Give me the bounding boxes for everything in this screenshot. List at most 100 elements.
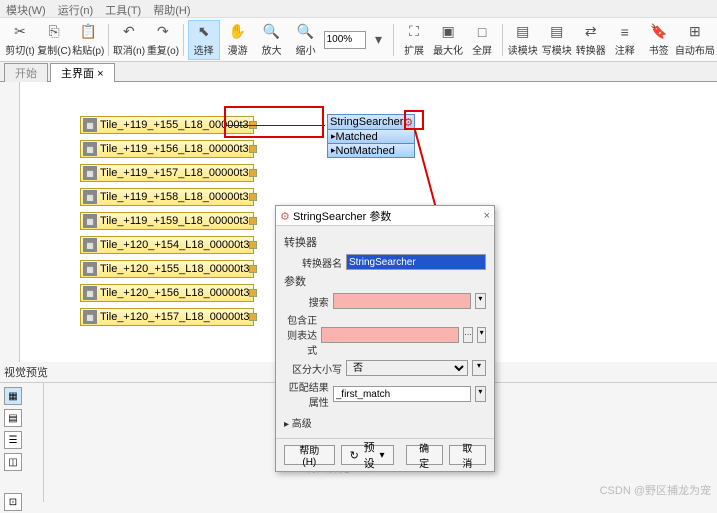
- advanced-expander[interactable]: ▸ 高级: [284, 415, 486, 430]
- close-icon[interactable]: ×: [484, 210, 490, 222]
- separator: [502, 24, 503, 56]
- annotation-box: [404, 110, 424, 130]
- search-dropdown[interactable]: ▾: [475, 293, 486, 309]
- read-module-button[interactable]: ▤读模块: [507, 20, 539, 60]
- node-label: Tile_+120_+154_L18_00000t3: [100, 239, 249, 251]
- regex-input[interactable]: [321, 327, 459, 343]
- matched-port[interactable]: ▸ Matched: [327, 130, 415, 144]
- grid-icon: ▦: [83, 310, 97, 324]
- reader-node[interactable]: ▦Tile_+119_+156_L18_00000t3: [80, 140, 254, 158]
- output-port[interactable]: [249, 241, 257, 249]
- left-panel: [0, 82, 20, 362]
- output-port[interactable]: [249, 193, 257, 201]
- select-button[interactable]: ⬉选择: [188, 20, 220, 60]
- case-select[interactable]: 否: [346, 360, 468, 376]
- regex-more[interactable]: …: [463, 327, 473, 343]
- maximize-icon: ▣: [439, 23, 457, 41]
- reader-node[interactable]: ▦Tile_+120_+154_L18_00000t3: [80, 236, 254, 254]
- node-label: Tile_+120_+157_L18_00000t3: [100, 311, 249, 323]
- name-label: 转换器名: [284, 255, 342, 270]
- output-port[interactable]: [249, 313, 257, 321]
- case-dropdown[interactable]: ▾: [472, 360, 486, 376]
- view-mode-button[interactable]: ▦: [4, 387, 22, 405]
- dialog-titlebar[interactable]: ⚙ StringSearcher 参数 ×: [276, 206, 494, 226]
- paste-button[interactable]: 📋粘贴(p): [72, 20, 104, 60]
- comment-button[interactable]: ≡注释: [609, 20, 641, 60]
- zoom-out-icon: 🔍: [297, 23, 315, 41]
- regex-dropdown[interactable]: ▾: [477, 327, 486, 343]
- tab-main[interactable]: 主界面 ×: [50, 63, 115, 82]
- cancel-button[interactable]: 取消: [449, 445, 486, 465]
- tab-start[interactable]: 开始: [4, 63, 48, 82]
- scissors-icon: ✂: [11, 23, 29, 41]
- list-button[interactable]: ☰: [4, 431, 22, 449]
- pan-button[interactable]: ✋漫游: [222, 20, 254, 60]
- case-label: 区分大小写: [284, 361, 342, 376]
- chevron-down-icon: ▾: [370, 31, 388, 49]
- node-label: Tile_+119_+156_L18_00000t3: [100, 143, 249, 155]
- extend-icon: ⛶: [405, 23, 423, 41]
- transformer-header[interactable]: StringSearcher ⚙: [327, 114, 415, 130]
- grid-icon: ▦: [83, 166, 97, 180]
- string-searcher-transformer[interactable]: StringSearcher ⚙ ▸ Matched ▸ NotMatched: [327, 114, 415, 158]
- node-label: Tile_+120_+156_L18_00000t3: [100, 287, 249, 299]
- menu-run[interactable]: 运行(n): [58, 2, 93, 15]
- match-attr-input[interactable]: [333, 386, 471, 402]
- reader-node[interactable]: ▦Tile_+119_+158_L18_00000t3: [80, 188, 254, 206]
- grid-icon: ▦: [83, 238, 97, 252]
- copy-button[interactable]: ⎘复制(C): [38, 20, 70, 60]
- help-button[interactable]: 帮助(H): [284, 445, 335, 465]
- zoom-in-button[interactable]: 🔍放大: [256, 20, 288, 60]
- redo-icon: ↷: [154, 23, 172, 41]
- view-button[interactable]: ◫: [4, 453, 22, 471]
- zoom-dropdown[interactable]: ▾: [368, 28, 390, 52]
- reader-node[interactable]: ▦Tile_+120_+157_L18_00000t3: [80, 308, 254, 326]
- reader-node[interactable]: ▦Tile_+120_+156_L18_00000t3: [80, 284, 254, 302]
- undo-button[interactable]: ↶取消(n): [113, 20, 145, 60]
- filter-button[interactable]: ▤: [4, 409, 22, 427]
- menu-help[interactable]: 帮助(H): [153, 2, 190, 15]
- transformer-name-input[interactable]: [346, 254, 486, 270]
- dialog-footer: 帮助(H) ↻ 预设 ▾ 确定 取消: [276, 438, 494, 471]
- menu-module[interactable]: 模块(W): [6, 2, 46, 15]
- reader-node[interactable]: ▦Tile_+119_+157_L18_00000t3: [80, 164, 254, 182]
- transformer-button[interactable]: ⇄转换器: [575, 20, 607, 60]
- redo-button[interactable]: ↷重复(o): [147, 20, 179, 60]
- tab-close-icon[interactable]: ×: [97, 68, 103, 80]
- autolayout-button[interactable]: ⊞自动布局: [677, 20, 713, 60]
- maximize-button[interactable]: ▣最大化: [432, 20, 464, 60]
- bookmark-button[interactable]: 🔖书签: [643, 20, 675, 60]
- cut-button[interactable]: ✂剪切(t): [4, 20, 36, 60]
- fullscreen-button[interactable]: □全屏: [466, 20, 498, 60]
- menu-tools[interactable]: 工具(T): [105, 2, 141, 15]
- node-label: Tile_+120_+155_L18_00000t3: [100, 263, 249, 275]
- copy-icon: ⎘: [45, 23, 63, 41]
- output-port[interactable]: [249, 265, 257, 273]
- preset-button[interactable]: ↻ 预设 ▾: [341, 445, 394, 465]
- tab-main-label: 主界面: [61, 68, 94, 80]
- search-input[interactable]: [333, 293, 471, 309]
- reader-icon: ▤: [514, 23, 532, 41]
- hand-icon: ✋: [229, 23, 247, 41]
- ok-button[interactable]: 确定: [406, 445, 443, 465]
- grid-icon: ▦: [83, 262, 97, 276]
- output-port[interactable]: [249, 145, 257, 153]
- zoom-out-button[interactable]: 🔍缩小: [290, 20, 322, 60]
- expand-button[interactable]: ⊡: [4, 493, 22, 511]
- write-module-button[interactable]: ▤写模块: [541, 20, 573, 60]
- match-dropdown[interactable]: ▾: [475, 386, 486, 402]
- extend-button[interactable]: ⛶扩展: [398, 20, 430, 60]
- reader-node[interactable]: ▦Tile_+119_+159_L18_00000t3: [80, 212, 254, 230]
- reader-node[interactable]: ▦Tile_+120_+155_L18_00000t3: [80, 260, 254, 278]
- output-port[interactable]: [249, 217, 257, 225]
- notmatched-port[interactable]: ▸ NotMatched: [327, 144, 415, 158]
- section-transformer: 转换器: [284, 234, 486, 250]
- annotation-box: [224, 106, 324, 138]
- output-port[interactable]: [249, 169, 257, 177]
- transformer-name: StringSearcher: [330, 116, 403, 128]
- pointer-icon: ⬉: [195, 23, 213, 41]
- comment-icon: ≡: [616, 23, 634, 41]
- zoom-input[interactable]: [324, 31, 366, 49]
- output-port[interactable]: [249, 289, 257, 297]
- separator: [393, 24, 394, 56]
